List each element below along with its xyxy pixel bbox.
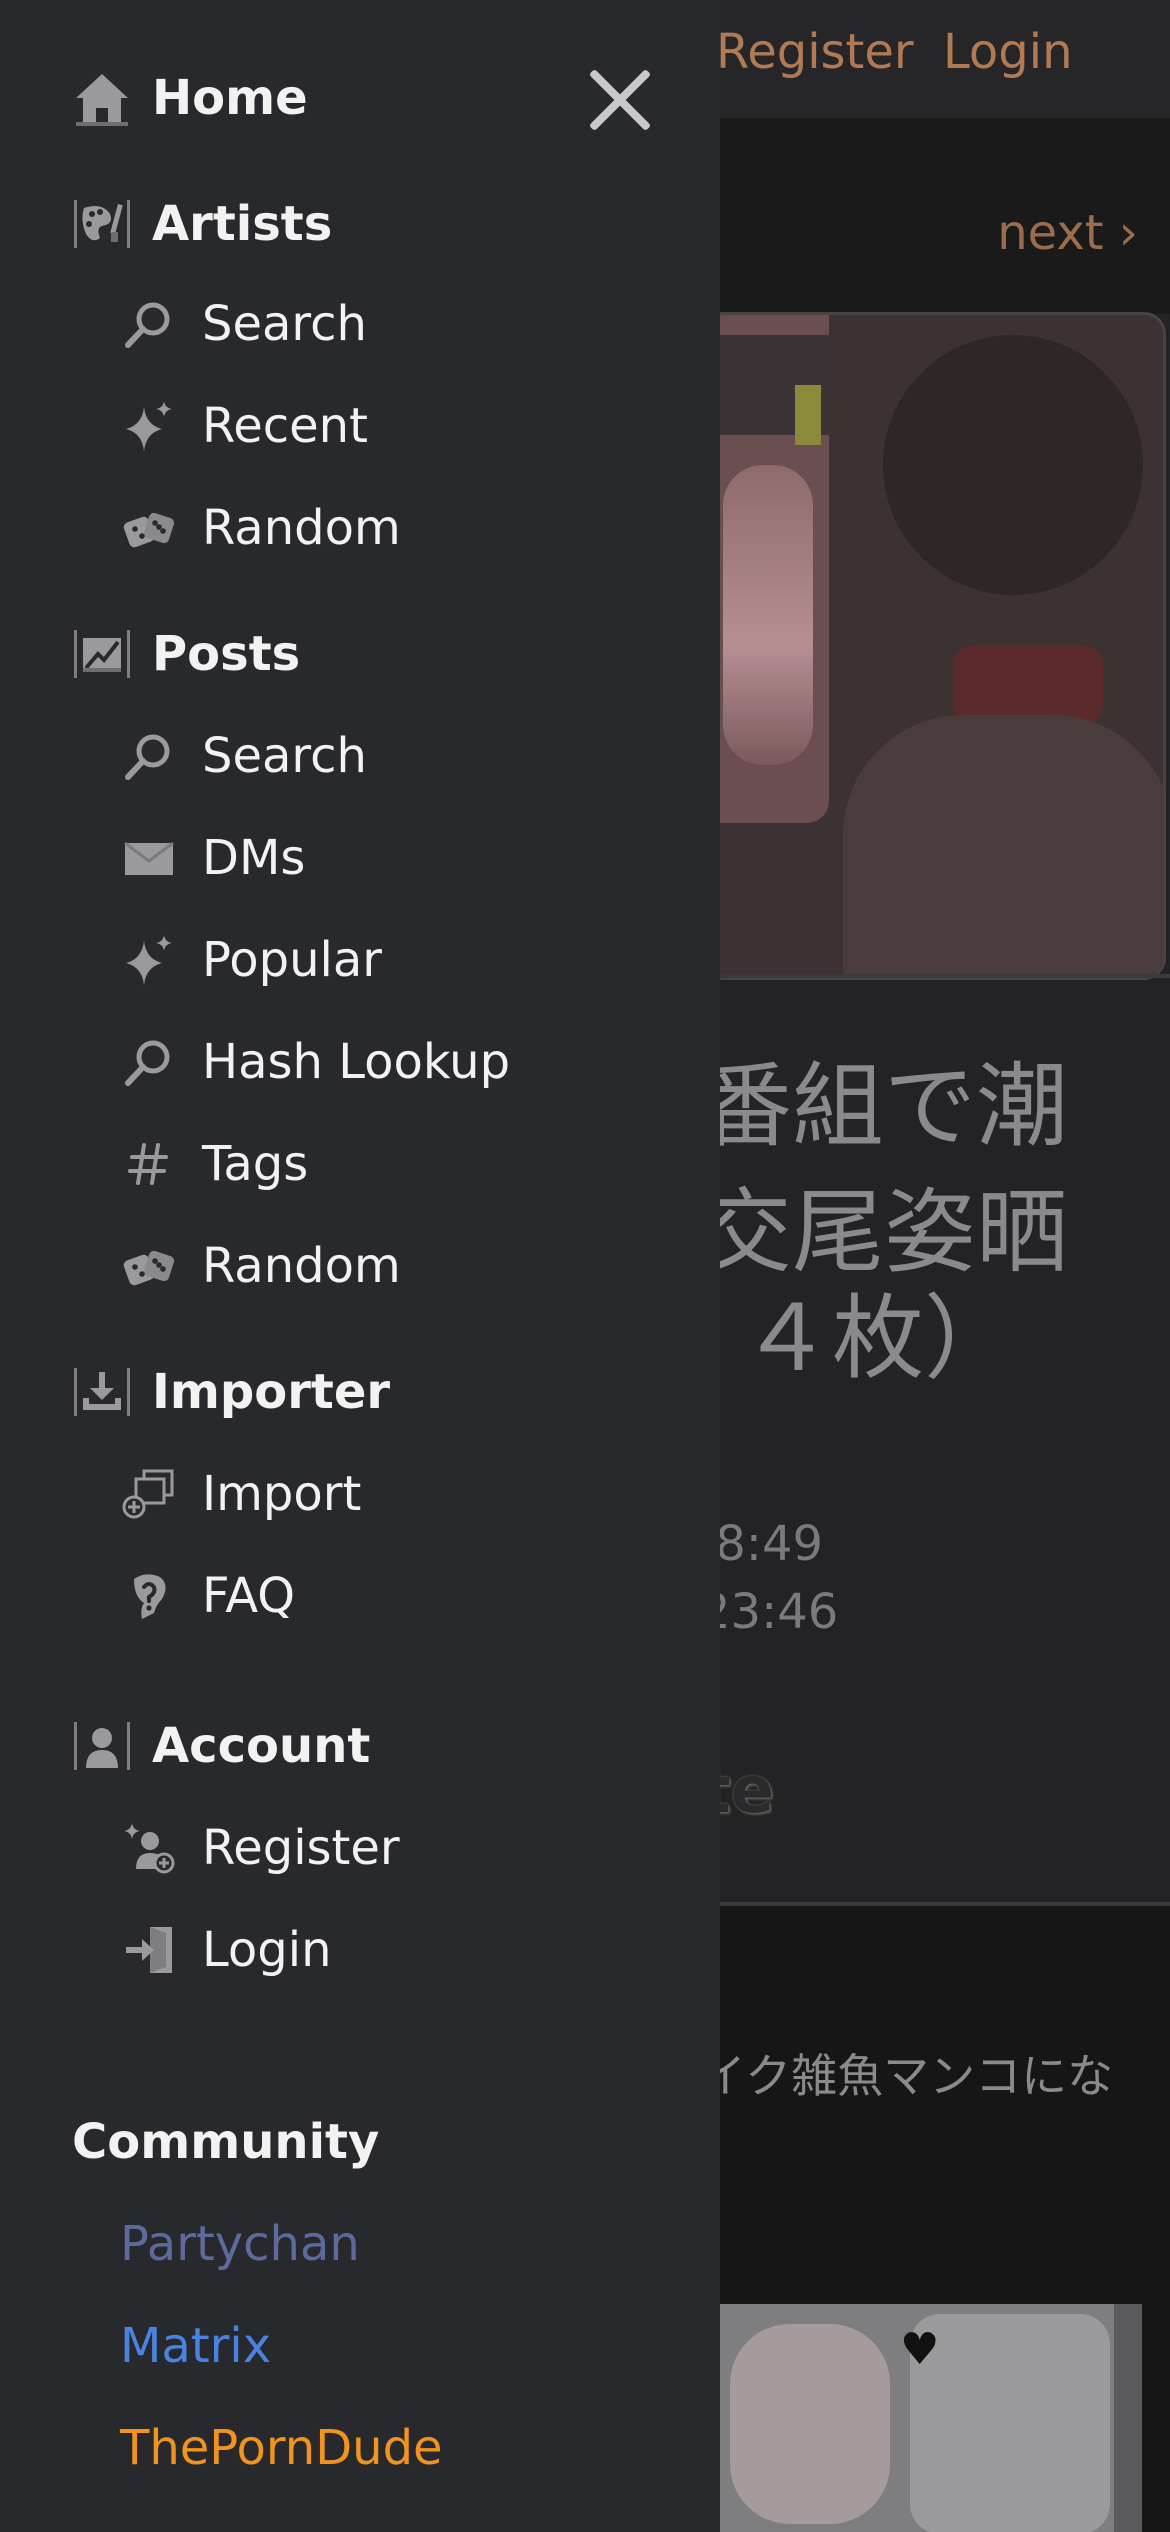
search-icon <box>122 297 176 351</box>
nav-account[interactable]: Account <box>72 1714 370 1778</box>
nav-posts-random[interactable]: Random <box>122 1234 401 1298</box>
nav-importer[interactable]: Importer <box>72 1360 390 1424</box>
importer-icon <box>72 1362 132 1422</box>
community-link-partychan[interactable]: Partychan <box>120 2216 360 2272</box>
nav-posts-search[interactable]: Search <box>122 724 367 788</box>
login-link[interactable]: Login <box>943 24 1073 80</box>
nav-account-register-label: Register <box>202 1820 400 1876</box>
post-image-inset <box>703 315 829 823</box>
posts-icon <box>72 624 132 684</box>
nav-artists-search-label: Search <box>202 296 367 352</box>
nav-posts-dms[interactable]: DMs <box>122 826 305 890</box>
nav-importer-faq-label: FAQ <box>202 1568 295 1624</box>
nav-posts-dms-label: DMs <box>202 830 306 886</box>
nav-account-login-label: Login <box>202 1922 332 1978</box>
dice-icon <box>122 501 176 555</box>
post-title-line-1: 番組で潮 <box>700 1053 1069 1160</box>
sparkle-icon <box>122 399 176 453</box>
side-navigation-drawer: Home Artists Search Recent Random Posts <box>0 0 720 2532</box>
post-image[interactable] <box>700 312 1166 980</box>
nav-account-login[interactable]: Login <box>122 1918 332 1982</box>
nav-account-register[interactable]: Register <box>122 1816 400 1880</box>
nav-posts-random-label: Random <box>202 1238 401 1294</box>
nav-posts[interactable]: Posts <box>72 622 300 686</box>
search-icon <box>122 729 176 783</box>
community-heading: Community <box>72 2114 380 2170</box>
nav-posts-hash-lookup[interactable]: Hash Lookup <box>122 1030 510 1094</box>
search-icon <box>122 1035 176 1089</box>
nav-posts-tags-label: Tags <box>202 1136 309 1192</box>
nav-posts-hash-lookup-label: Hash Lookup <box>202 1034 511 1090</box>
artists-palette-icon <box>72 194 132 254</box>
community-link-theporndude[interactable]: ThePornDude <box>120 2420 443 2476</box>
nav-artists-random[interactable]: Random <box>122 496 401 560</box>
heart-icon: ♥ <box>900 2324 940 2375</box>
nav-artists-recent[interactable]: Recent <box>122 394 368 458</box>
dice-icon <box>122 1239 176 1293</box>
next-post-link[interactable]: next › <box>997 205 1138 261</box>
nav-home-label: Home <box>152 70 308 126</box>
envelope-icon <box>122 831 176 885</box>
register-icon <box>122 1821 176 1875</box>
nav-home[interactable]: Home <box>72 66 308 130</box>
nav-posts-search-label: Search <box>202 728 367 784</box>
faq-icon <box>122 1569 176 1623</box>
post-imported-date: 23:46 <box>700 1584 839 1640</box>
divider <box>700 974 1170 978</box>
post-title-line-3: ４枚） <box>740 1285 1017 1392</box>
close-icon[interactable] <box>586 66 654 134</box>
nav-artists[interactable]: Artists <box>72 192 332 256</box>
nav-artists-recent-label: Recent <box>202 398 368 454</box>
nav-posts-label: Posts <box>152 626 301 682</box>
account-icon <box>72 1716 132 1776</box>
home-icon <box>72 68 132 128</box>
nav-posts-popular-label: Popular <box>202 932 382 988</box>
nav-account-label: Account <box>152 1718 371 1774</box>
nav-importer-import[interactable]: Import <box>122 1462 361 1526</box>
post-content-text: イク雑魚マンコにな <box>700 2049 1114 2103</box>
nav-posts-popular[interactable]: Popular <box>122 928 382 992</box>
post-attachment-thumbnail[interactable]: ♥ <box>700 2304 1142 2532</box>
nav-artists-random-label: Random <box>202 500 401 556</box>
import-icon <box>122 1467 176 1521</box>
hash-icon <box>122 1137 176 1191</box>
nav-artists-search[interactable]: Search <box>122 292 367 356</box>
nav-importer-faq[interactable]: FAQ <box>122 1564 295 1628</box>
nav-posts-tags[interactable]: Tags <box>122 1132 308 1196</box>
nav-importer-import-label: Import <box>202 1466 362 1522</box>
nav-importer-label: Importer <box>152 1364 391 1420</box>
community-link-matrix[interactable]: Matrix <box>120 2318 271 2374</box>
register-link[interactable]: Register <box>716 24 914 80</box>
sparkle-icon <box>122 933 176 987</box>
nav-artists-label: Artists <box>152 196 333 252</box>
login-icon <box>122 1923 176 1977</box>
